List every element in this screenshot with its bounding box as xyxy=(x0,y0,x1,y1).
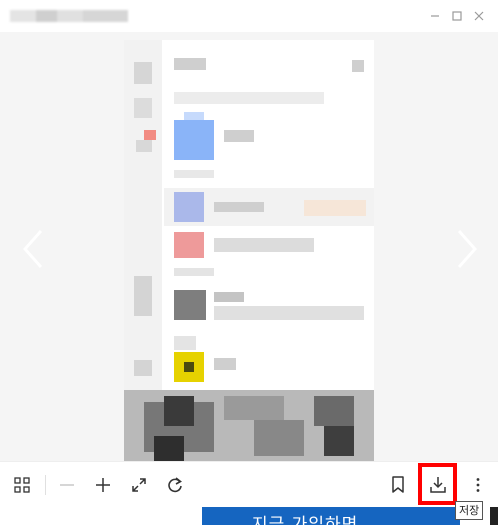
zoom-out-icon xyxy=(60,484,74,486)
bookmark-icon xyxy=(392,476,404,493)
download-button[interactable] xyxy=(425,472,451,498)
fit-expand-button[interactable] xyxy=(126,472,152,498)
banner-text: 지금 가입하면 xyxy=(252,515,359,525)
background-edge xyxy=(490,507,498,525)
more-options-button[interactable] xyxy=(465,472,491,498)
window-title-blurred xyxy=(10,10,128,22)
zoom-in-icon xyxy=(96,478,110,492)
download-icon xyxy=(430,477,446,493)
expand-icon xyxy=(132,478,146,492)
close-icon xyxy=(474,11,484,21)
chevron-right-icon xyxy=(457,230,478,268)
minimize-button[interactable] xyxy=(424,6,446,26)
bookmark-button[interactable] xyxy=(385,472,411,498)
rotate-icon xyxy=(168,477,182,493)
save-tooltip: 저장 xyxy=(455,501,484,520)
toolbar-divider xyxy=(45,475,46,495)
more-icon xyxy=(476,478,480,492)
next-image-button[interactable] xyxy=(453,227,483,271)
zoom-out-button[interactable] xyxy=(54,472,80,498)
image-left-column xyxy=(124,40,162,390)
viewed-image-pixelated xyxy=(124,40,374,461)
signup-banner[interactable]: 지금 가입하면 xyxy=(202,507,460,525)
maximize-button[interactable] xyxy=(446,6,468,26)
image-viewer xyxy=(0,32,498,461)
zoom-in-button[interactable] xyxy=(90,472,116,498)
maximize-icon xyxy=(452,11,462,21)
viewer-toolbar xyxy=(0,461,498,508)
close-button[interactable] xyxy=(468,6,490,26)
thumbnail-grid-button[interactable] xyxy=(9,472,35,498)
previous-image-button[interactable] xyxy=(17,227,47,271)
title-bar xyxy=(0,0,498,32)
chevron-left-icon xyxy=(22,230,43,268)
window-controls xyxy=(424,6,490,26)
grid-icon xyxy=(14,477,30,493)
rotate-button[interactable] xyxy=(162,472,188,498)
minimize-icon xyxy=(431,15,439,17)
